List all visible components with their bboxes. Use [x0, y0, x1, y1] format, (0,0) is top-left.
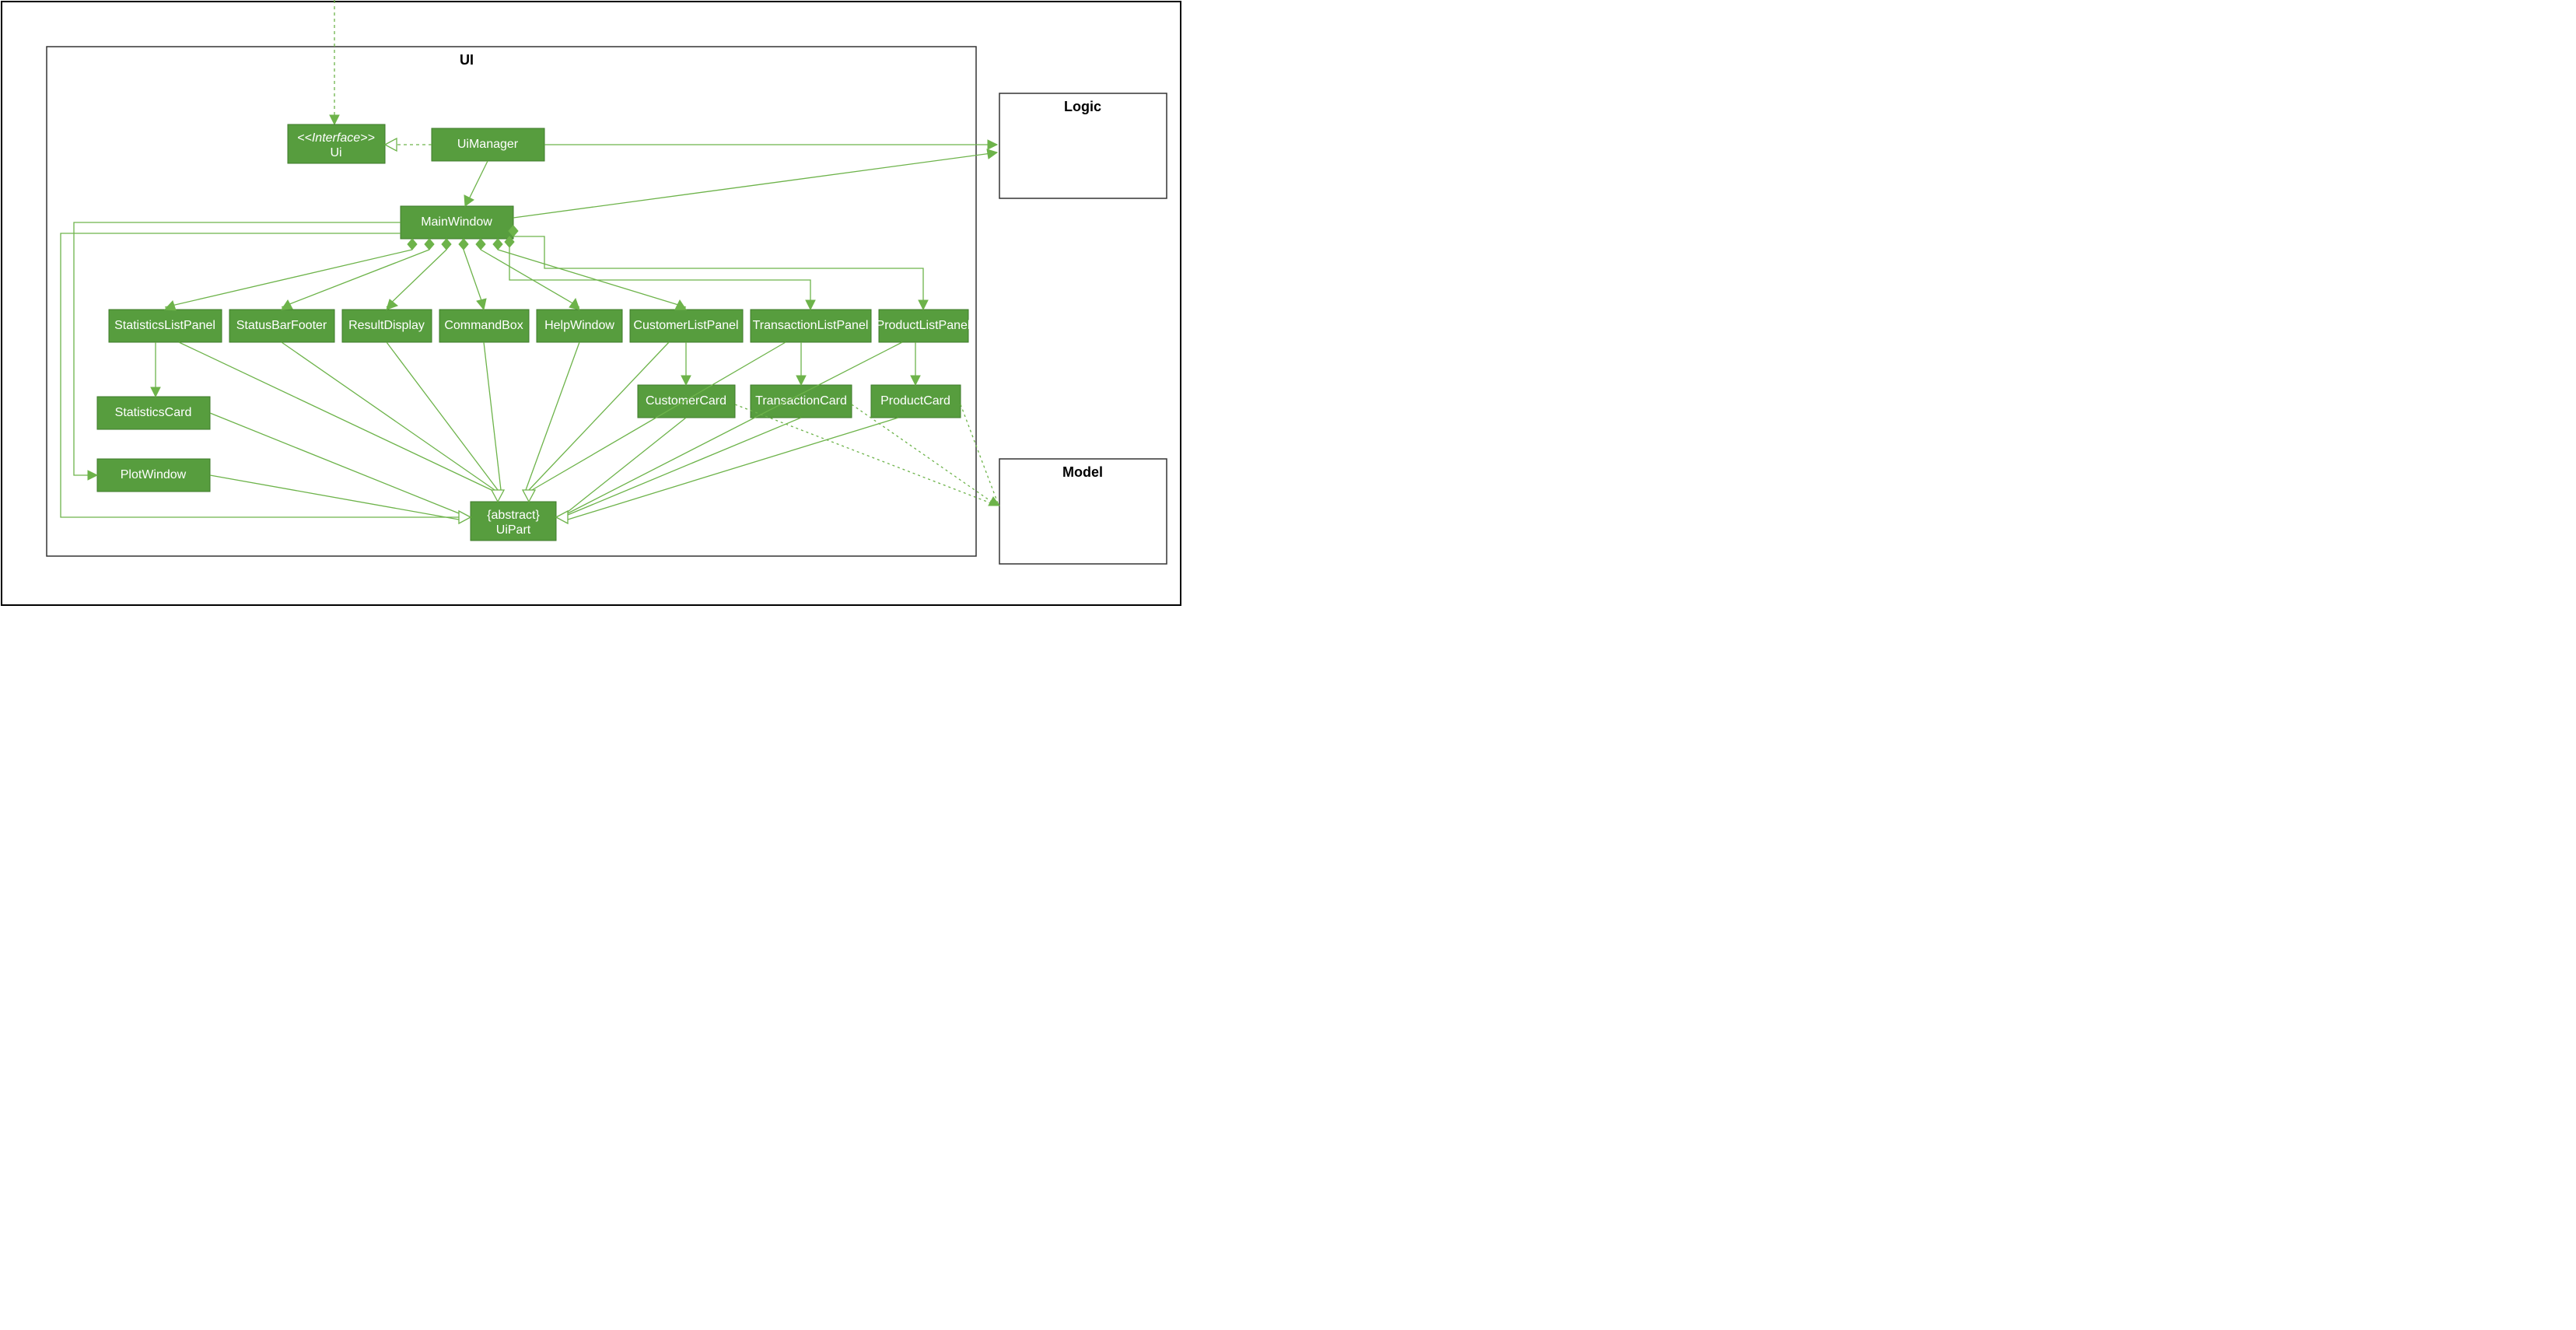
node-plotwindow-label: PlotWindow: [121, 468, 187, 481]
node-txncard-label: TransactionCard: [755, 394, 847, 408]
node-statslistpanel-label: StatisticsListPanel: [114, 319, 215, 332]
node-prodcard-label: ProductCard: [880, 394, 950, 408]
node-prodlistpanel-label: ProductListPanel: [877, 319, 971, 332]
node-custlistpanel-label: CustomerListPanel: [633, 319, 738, 332]
node-statusbar-label: StatusBarFooter: [236, 319, 327, 332]
node-resultdisplay-label: ResultDisplay: [348, 319, 425, 332]
node-commandbox-label: CommandBox: [444, 319, 523, 332]
node-uipart-name: UiPart: [496, 523, 531, 537]
node-uimanager-label: UiManager: [457, 138, 519, 151]
uml-diagram: UI Logic Model <<Interface>> Ui UiManage…: [0, 0, 1182, 607]
node-ui-interface-name: Ui: [330, 146, 341, 159]
pkg-logic-label: Logic: [1064, 99, 1101, 114]
node-txnlistpanel-label: TransactionListPanel: [753, 319, 869, 332]
node-uipart-abstract: {abstract}: [487, 509, 540, 522]
node-ui-interface-stereo: <<Interface>>: [297, 131, 375, 145]
pkg-model-label: Model: [1062, 464, 1103, 480]
node-helpwindow-label: HelpWindow: [544, 319, 614, 332]
node-statscard-label: StatisticsCard: [115, 406, 192, 419]
node-custcard-label: CustomerCard: [646, 394, 726, 408]
pkg-ui-label: UI: [460, 52, 474, 68]
node-mainwindow-label: MainWindow: [421, 215, 492, 229]
